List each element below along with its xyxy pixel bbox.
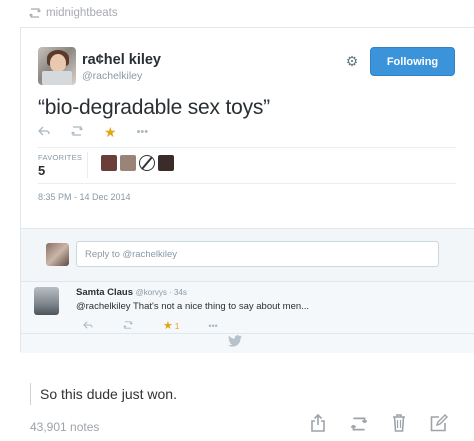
post-caption: So this dude just won. [30,383,177,405]
tweet-actions: ★ ••• [38,124,148,140]
author-name[interactable]: ra¢hel kiley [82,52,161,68]
reply-icon[interactable] [38,126,50,139]
reblog-username[interactable]: midnightbeats [46,7,118,19]
divider [38,183,456,184]
following-button[interactable]: Following [370,47,455,76]
reply-author-name[interactable]: Samta Claus [76,287,133,298]
divider [87,152,88,178]
avatar[interactable] [38,47,76,85]
reply-input[interactable]: Reply to @rachelkiley [76,241,439,267]
tweet-timestamp[interactable]: 8:35 PM - 14 Dec 2014 [38,192,131,202]
retweet-icon[interactable] [122,320,134,331]
reply-icon[interactable] [83,320,93,331]
avatar[interactable] [101,155,117,171]
favorites-label: FAVORITES [38,153,83,162]
reply-area: Reply to @rachelkiley [21,228,474,282]
reblog-header: midnightbeats [28,4,118,22]
reply-text: @rachelkiley That's not a nice thing to … [76,301,310,312]
retweet-icon[interactable] [70,125,84,139]
avatar[interactable] [158,155,174,171]
favoriter-avatars [101,155,174,171]
reblog-icon [29,8,41,18]
more-icon[interactable]: ••• [208,321,217,331]
reply-tweet: Samta Claus @korvys · 34s @rachelkiley T… [21,282,474,334]
avatar[interactable] [34,287,59,315]
reply-author-handle[interactable]: @korvys [136,288,167,297]
tweet-text: “bio-degradable sex toys” [38,96,270,119]
star-icon[interactable]: ★ [163,320,173,332]
share-icon[interactable] [311,413,325,437]
edit-icon[interactable] [430,414,448,437]
avatar[interactable] [120,155,136,171]
more-icon[interactable]: ••• [137,126,149,138]
reblog-icon[interactable] [349,417,369,436]
trash-icon[interactable] [392,414,406,437]
avatar[interactable] [139,155,155,171]
author-handle[interactable]: @rachelkiley [82,70,142,82]
reply-author-line: Samta Claus @korvys · 34s [76,287,187,298]
favorites-count[interactable]: 5 [38,163,45,178]
avatar [46,243,69,266]
gear-icon[interactable]: ⚙ [344,53,360,69]
favorite-control[interactable]: ★ 1 [163,319,179,332]
star-icon[interactable]: ★ [104,124,117,141]
tweet-footer [21,334,474,353]
reply-time[interactable]: 34s [174,288,187,297]
divider [38,147,456,148]
embedded-tweet: ra¢hel kiley @rachelkiley ⚙ Following “b… [20,27,474,353]
reply-actions: ★ 1 ••• [83,319,218,332]
reply-favorite-count: 1 [174,322,180,331]
notes-count[interactable]: 43,901 notes [30,420,99,434]
twitter-bird-icon[interactable] [228,334,242,352]
meta-separator: · [166,288,175,297]
